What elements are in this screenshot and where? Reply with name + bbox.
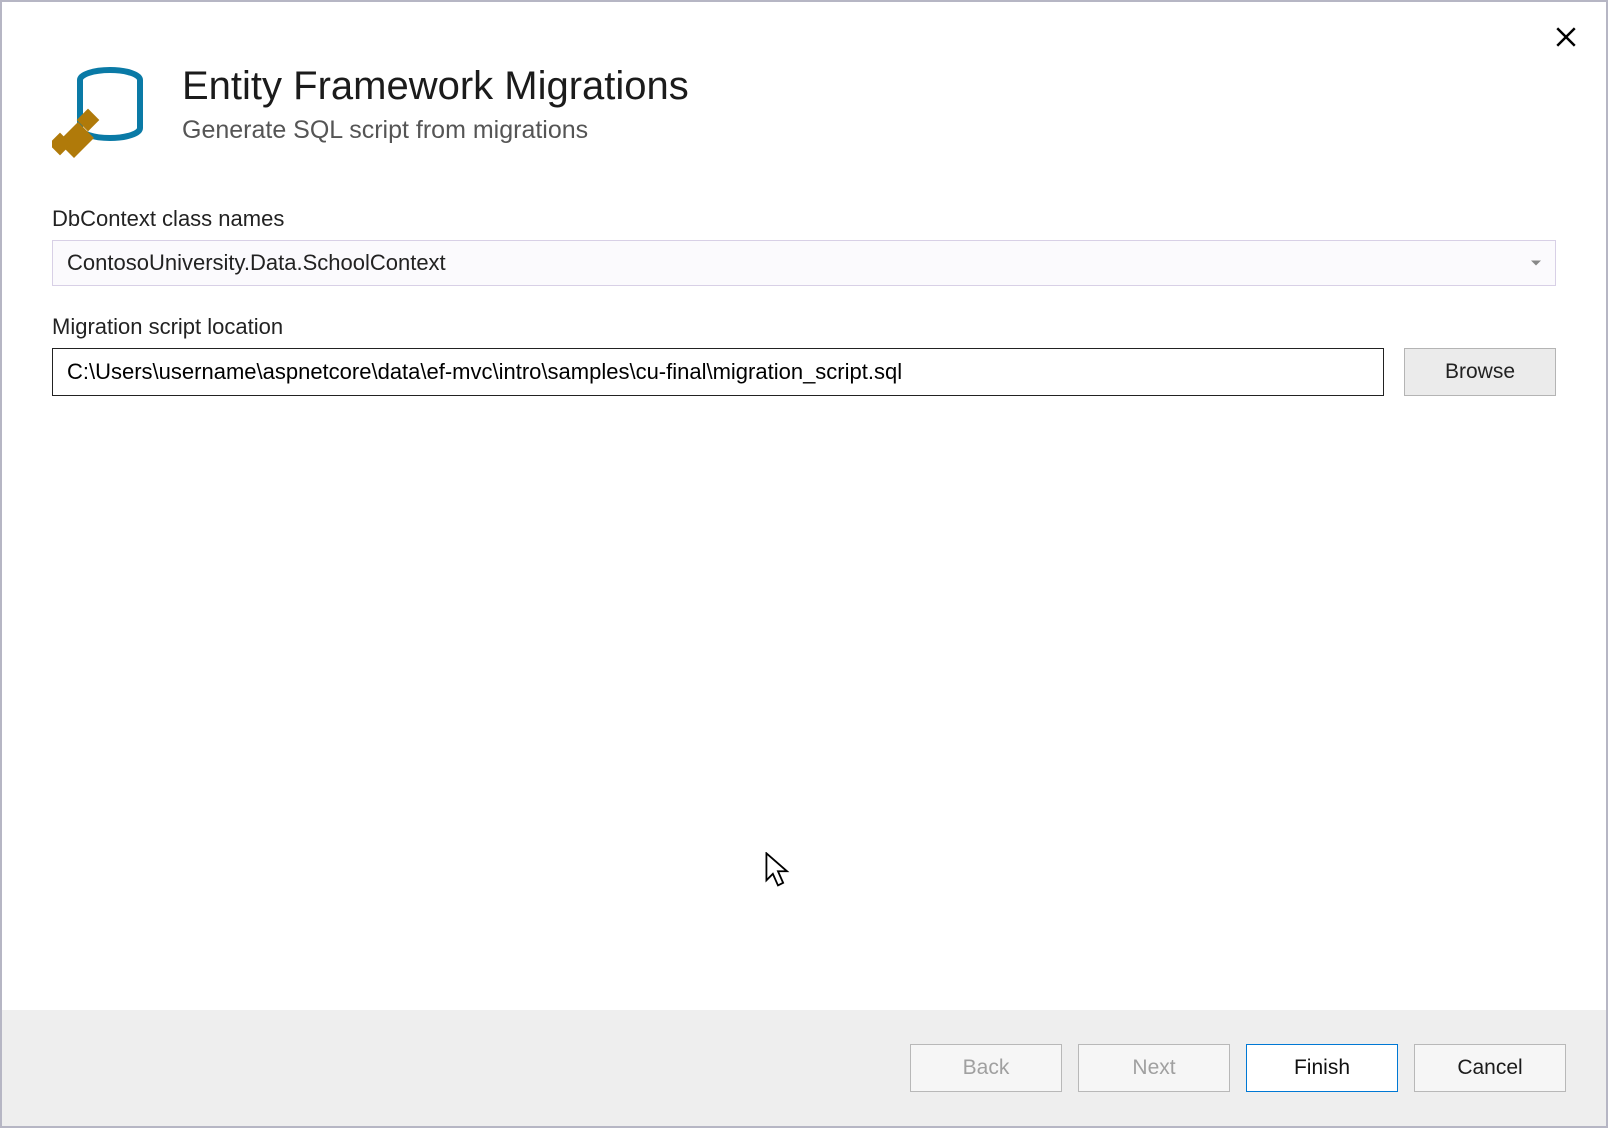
- location-input[interactable]: [52, 348, 1384, 396]
- chevron-down-icon: [1531, 261, 1541, 266]
- location-field: Migration script location Browse: [52, 314, 1556, 396]
- cancel-button-label: Cancel: [1457, 1056, 1522, 1080]
- back-button-label: Back: [963, 1056, 1010, 1080]
- location-label: Migration script location: [52, 314, 1556, 340]
- finish-button[interactable]: Finish: [1246, 1044, 1398, 1092]
- finish-button-label: Finish: [1294, 1056, 1350, 1080]
- cancel-button[interactable]: Cancel: [1414, 1044, 1566, 1092]
- next-button-label: Next: [1132, 1056, 1175, 1080]
- dialog-footer: Back Next Finish Cancel: [2, 1010, 1606, 1126]
- next-button: Next: [1078, 1044, 1230, 1092]
- header-text: Entity Framework Migrations Generate SQL…: [182, 62, 689, 145]
- browse-button[interactable]: Browse: [1404, 348, 1556, 396]
- location-row: Browse: [52, 348, 1556, 396]
- migrations-icon: [52, 66, 152, 166]
- close-icon: [1556, 27, 1576, 47]
- dialog-subtitle: Generate SQL script from migrations: [182, 116, 689, 145]
- back-button: Back: [910, 1044, 1062, 1092]
- dialog-window: Entity Framework Migrations Generate SQL…: [0, 0, 1608, 1128]
- dbcontext-selected-value: ContosoUniversity.Data.SchoolContext: [67, 250, 446, 276]
- dialog-header: Entity Framework Migrations Generate SQL…: [2, 2, 1606, 196]
- browse-button-label: Browse: [1445, 360, 1515, 384]
- dbcontext-field: DbContext class names ContosoUniversity.…: [52, 206, 1556, 286]
- dbcontext-label: DbContext class names: [52, 206, 1556, 232]
- dialog-title: Entity Framework Migrations: [182, 62, 689, 110]
- close-button[interactable]: [1551, 22, 1581, 52]
- dbcontext-dropdown[interactable]: ContosoUniversity.Data.SchoolContext: [52, 240, 1556, 286]
- dialog-body: DbContext class names ContosoUniversity.…: [2, 196, 1606, 1010]
